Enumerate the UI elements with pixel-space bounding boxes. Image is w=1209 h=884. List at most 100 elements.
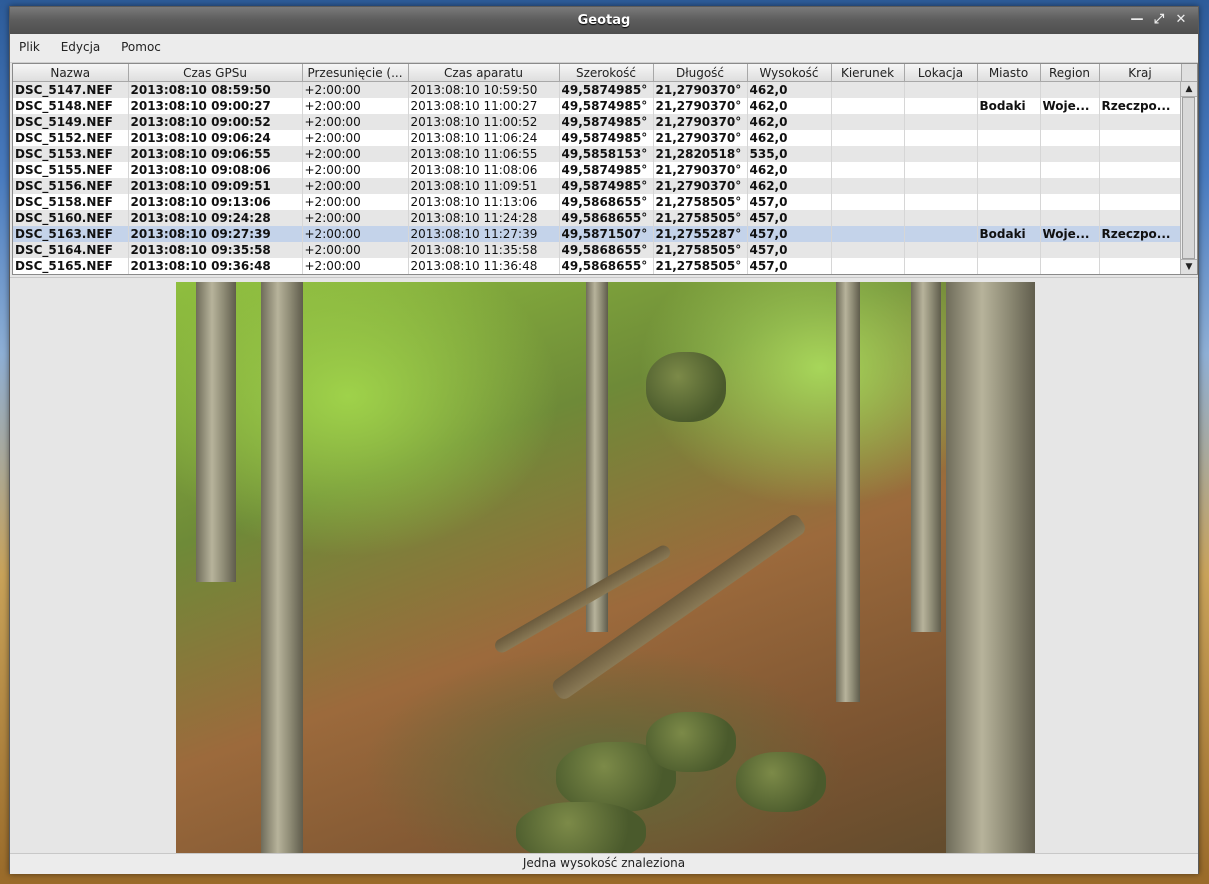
column-header[interactable]: Region (1040, 64, 1100, 82)
table-cell: DSC_5148.NEF (13, 98, 129, 114)
table-row[interactable]: DSC_5163.NEF 2013:08:10 09:27:39 +2:00:00 2… (13, 226, 1182, 242)
table-cell (977, 210, 1041, 226)
table-cell (1099, 162, 1182, 178)
table-cell (1099, 81, 1182, 98)
scroll-up-icon[interactable]: ▲ (1181, 82, 1197, 97)
table-cell: 21,2755287° (653, 226, 748, 242)
table-cell: DSC_5156.NEF (13, 178, 129, 194)
table-cell: 49,5868655° (559, 194, 654, 210)
table-cell: DSC_5164.NEF (13, 242, 129, 258)
table-cell: +2:00:00 (302, 178, 409, 194)
table-row[interactable]: DSC_5148.NEF 2013:08:10 09:00:27 +2:00:00 2… (13, 98, 1182, 114)
table-cell (1040, 258, 1100, 274)
table-cell: 2013:08:10 11:00:27 (408, 98, 560, 114)
table-cell: 2013:08:10 09:13:06 (128, 194, 303, 210)
table-cell: 49,5871507° (559, 226, 654, 242)
table-cell: +2:00:00 (302, 146, 409, 162)
maximize-icon[interactable]: ⤢ (1150, 11, 1168, 29)
table-cell (1040, 130, 1100, 146)
table-cell: 2013:08:10 11:09:51 (408, 178, 560, 194)
table-row[interactable]: DSC_5152.NEF 2013:08:10 09:06:24 +2:00:00 2… (13, 130, 1182, 146)
table-cell: 21,2790370° (653, 114, 748, 130)
table-header: Nazwa Czas GPSu Przesunięcie (... Czas apar… (13, 64, 1182, 82)
table-row[interactable]: DSC_5153.NEF 2013:08:10 09:06:55 +2:00:00 2… (13, 146, 1182, 162)
minimize-icon[interactable]: — (1128, 11, 1146, 29)
table-cell (904, 130, 978, 146)
column-header[interactable]: Czas aparatu (408, 64, 560, 82)
table-cell: 2013:08:10 11:36:48 (408, 258, 560, 274)
table-cell: 535,0 (747, 146, 832, 162)
menu-plik[interactable]: Plik (10, 34, 48, 54)
table-cell (1040, 194, 1100, 210)
table-cell: Bodaki (977, 226, 1041, 242)
window-title: Geotag (577, 13, 631, 28)
table-cell: 462,0 (747, 162, 832, 178)
table-row[interactable]: DSC_5147.NEF 2013:08:10 08:59:50 +2:00:00 2… (13, 81, 1182, 98)
table-cell: 21,2790370° (653, 178, 748, 194)
scroll-down-icon[interactable]: ▼ (1181, 259, 1197, 274)
table-cell: 2013:08:10 09:27:39 (128, 226, 303, 242)
table-cell: 21,2758505° (653, 210, 748, 226)
table-row[interactable]: DSC_5165.NEF 2013:08:10 09:36:48 +2:00:00 2… (13, 258, 1182, 274)
photo-table: Nazwa Czas GPSu Przesunięcie (... Czas apar… (12, 63, 1198, 275)
table-cell: +2:00:00 (302, 130, 409, 146)
scroll-thumb[interactable] (1182, 97, 1195, 259)
table-cell: 49,5874985° (559, 114, 654, 130)
column-header[interactable]: Miasto (977, 64, 1041, 82)
column-header[interactable]: Kierunek (831, 64, 905, 82)
table-row[interactable]: DSC_5155.NEF 2013:08:10 09:08:06 +2:00:00 2… (13, 162, 1182, 178)
table-cell (977, 242, 1041, 258)
column-header[interactable]: Szerokość (559, 64, 654, 82)
table-cell: 457,0 (747, 194, 832, 210)
menu-pomoc[interactable]: Pomoc (112, 34, 169, 54)
table-cell: 21,2758505° (653, 194, 748, 210)
table-cell: 2013:08:10 09:35:58 (128, 242, 303, 258)
table-cell: 2013:08:10 09:24:28 (128, 210, 303, 226)
table-cell: DSC_5149.NEF (13, 114, 129, 130)
table-row[interactable]: DSC_5149.NEF 2013:08:10 09:00:52 +2:00:00 2… (13, 114, 1182, 130)
table-cell: 49,5874985° (559, 162, 654, 178)
title-bar[interactable]: Geotag — ⤢ ✕ (10, 7, 1198, 34)
close-icon[interactable]: ✕ (1172, 11, 1190, 29)
table-cell: +2:00:00 (302, 162, 409, 178)
column-header[interactable]: Lokacja (904, 64, 978, 82)
menu-bar: Plik Edycja Pomoc (10, 34, 1198, 63)
table-cell (1099, 178, 1182, 194)
table-cell: +2:00:00 (302, 210, 409, 226)
table-cell: DSC_5160.NEF (13, 210, 129, 226)
table-cell: 21,2790370° (653, 98, 748, 114)
column-header[interactable]: Czas GPSu (128, 64, 303, 82)
table-cell (831, 162, 905, 178)
table-cell (977, 81, 1041, 98)
table-cell (1040, 114, 1100, 130)
table-cell: 2013:08:10 11:08:06 (408, 162, 560, 178)
table-cell: 2013:08:10 09:00:27 (128, 98, 303, 114)
table-cell: DSC_5153.NEF (13, 146, 129, 162)
table-cell (904, 81, 978, 98)
column-header[interactable]: Kraj (1099, 64, 1182, 82)
table-cell (1099, 130, 1182, 146)
table-cell: 49,5858153° (559, 146, 654, 162)
table-cell: 49,5874985° (559, 130, 654, 146)
column-header[interactable]: Przesunięcie (... (302, 64, 409, 82)
table-cell (1040, 162, 1100, 178)
table-row[interactable]: DSC_5160.NEF 2013:08:10 09:24:28 +2:00:00 2… (13, 210, 1182, 226)
table-row[interactable]: DSC_5158.NEF 2013:08:10 09:13:06 +2:00:00 2… (13, 194, 1182, 210)
table-cell: 21,2820518° (653, 146, 748, 162)
menu-edycja[interactable]: Edycja (52, 34, 109, 54)
vertical-scrollbar[interactable]: ▲ ▼ (1180, 82, 1197, 274)
table-cell: 2013:08:10 09:06:55 (128, 146, 303, 162)
table-row[interactable]: DSC_5164.NEF 2013:08:10 09:35:58 +2:00:00 2… (13, 242, 1182, 258)
table-cell: +2:00:00 (302, 258, 409, 274)
column-header[interactable]: Długość (653, 64, 748, 82)
table-cell (904, 242, 978, 258)
table-row[interactable]: DSC_5156.NEF 2013:08:10 09:09:51 +2:00:00 2… (13, 178, 1182, 194)
table-cell (831, 98, 905, 114)
column-header[interactable]: Wysokość (747, 64, 832, 82)
table-cell (904, 226, 978, 242)
scroll-corner (1181, 64, 1197, 82)
column-header[interactable]: Nazwa (13, 64, 129, 82)
table-cell: 2013:08:10 09:06:24 (128, 130, 303, 146)
table-cell: 2013:08:10 11:00:52 (408, 114, 560, 130)
table-cell: Woje... (1040, 98, 1100, 114)
